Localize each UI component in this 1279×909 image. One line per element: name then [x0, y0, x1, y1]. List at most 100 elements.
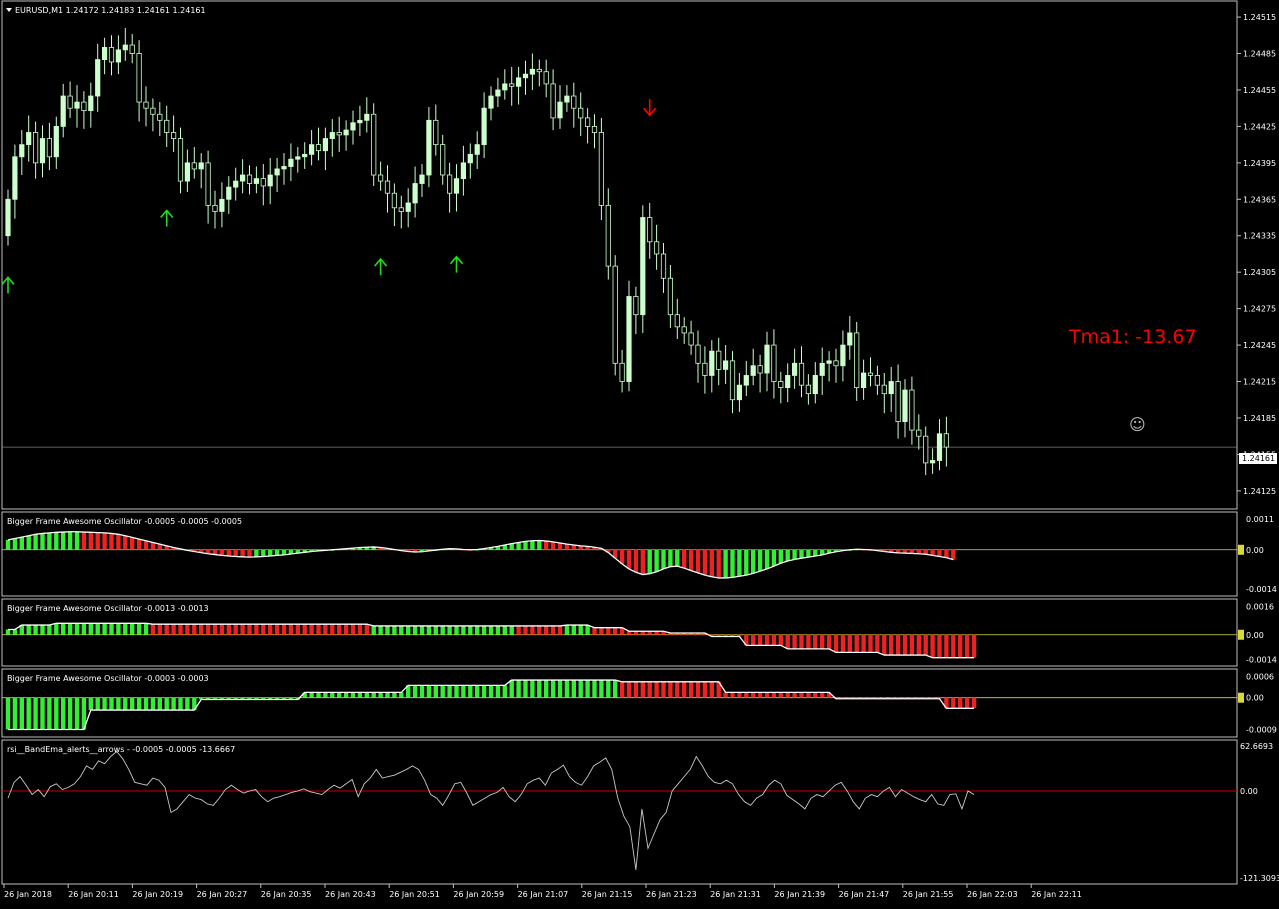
osc-bar — [771, 692, 777, 698]
osc-bar — [606, 627, 611, 635]
osc-bar — [771, 549, 777, 567]
osc-bar — [219, 624, 225, 635]
candle-body — [157, 113, 163, 121]
osc-bar — [447, 625, 452, 635]
chart-window[interactable]: 1.24515 1.24485 1.24455 1.24425 1.24395 1.243… — [0, 0, 1279, 905]
osc-bar — [537, 625, 542, 635]
osc-bar — [350, 692, 356, 698]
osc-bar — [682, 681, 687, 698]
candle-body — [446, 174, 453, 194]
candle-body — [585, 117, 591, 127]
candle-body — [357, 119, 363, 124]
candle-body — [867, 372, 874, 376]
osc-bar — [109, 533, 114, 550]
candle-body — [308, 144, 315, 155]
osc-bar — [247, 549, 252, 558]
candle-body — [253, 178, 259, 184]
candle-body — [688, 332, 694, 346]
osc-bar — [633, 549, 639, 573]
osc-bar — [882, 634, 887, 656]
osc-bar — [323, 624, 328, 635]
osc-bar — [268, 549, 273, 556]
osc-bar — [316, 692, 321, 698]
osc-bar — [771, 634, 777, 646]
osc-bar — [626, 681, 632, 698]
osc-axis-label: 0.0016 — [1246, 603, 1274, 612]
osc-bar — [661, 681, 666, 698]
osc-bar — [682, 549, 687, 569]
candle-body — [419, 174, 425, 184]
osc-bar — [619, 681, 625, 698]
price-axis-label: 1.24425 — [1243, 122, 1276, 131]
osc-bar — [19, 697, 24, 730]
candle-body — [433, 119, 439, 146]
osc-bar — [875, 634, 880, 653]
osc-bar — [488, 685, 494, 698]
price-axis-label: 1.24185 — [1243, 414, 1276, 423]
candle-body — [557, 101, 563, 119]
osc-bar — [647, 681, 652, 698]
osc-bar — [136, 539, 142, 550]
osc-bar — [516, 542, 521, 550]
osc-bar — [357, 692, 363, 698]
candle-body — [274, 168, 280, 176]
candle-body — [136, 53, 142, 103]
candle-body — [716, 350, 722, 370]
osc-bar — [806, 549, 811, 558]
osc-bar — [757, 549, 763, 572]
candle-body — [764, 344, 770, 374]
candle-body — [267, 174, 273, 187]
time-axis-label: 26 Jan 22:11 — [1031, 890, 1082, 899]
osc-bar — [61, 623, 66, 635]
osc-bar — [150, 542, 156, 550]
osc-bar — [578, 680, 583, 698]
osc-bar — [12, 629, 18, 635]
osc-axis-label: -0.0009 — [1246, 725, 1277, 734]
osc-bar — [185, 697, 190, 711]
osc-bar — [26, 535, 31, 550]
osc-bar — [81, 532, 87, 550]
osc-bar — [67, 531, 73, 550]
osc-bar — [971, 697, 977, 709]
candle-body — [626, 296, 632, 382]
candle-body — [522, 73, 529, 79]
osc-bar — [895, 634, 901, 656]
candle-body — [343, 129, 349, 136]
rsi-title: rsi__BandEma_alerts__arrows - -0.0005 -0… — [7, 745, 235, 754]
osc-bar — [847, 634, 852, 653]
osc-axis-label: 0.0006 — [1246, 673, 1274, 682]
osc-bar — [619, 549, 625, 564]
osc-bar — [337, 692, 342, 698]
osc-bar — [951, 634, 956, 658]
osc-bar — [675, 681, 680, 698]
symbol-dropdown[interactable]: EURUSD,M1 1.24172 1.24183 1.24161 1.2416… — [6, 6, 206, 15]
candle-body — [170, 132, 177, 139]
candle-body — [647, 217, 653, 243]
candle-body — [391, 192, 398, 209]
chart-canvas[interactable]: 1.24515 1.24485 1.24455 1.24425 1.24395 1.243… — [0, 0, 1279, 905]
price-axis-label: 1.24365 — [1243, 195, 1276, 204]
candle-body — [529, 68, 536, 75]
candle-body — [792, 362, 798, 376]
price-axis-label: 1.24335 — [1243, 232, 1276, 241]
candle-body — [246, 174, 253, 184]
candle-body — [771, 344, 777, 382]
candle-body — [619, 362, 625, 382]
price-axis-label: 1.24125 — [1243, 487, 1276, 496]
osc-bar — [233, 549, 238, 557]
osc-bar — [964, 634, 970, 658]
osc-axis-label: -0.0014 — [1246, 655, 1277, 664]
ao1-title: Bigger Frame Awesome Oscillator -0.0005 … — [7, 517, 242, 526]
candle-body — [219, 198, 225, 212]
osc-bar — [730, 692, 735, 698]
osc-bar — [716, 549, 721, 578]
candle-body — [757, 365, 763, 374]
candle-body — [67, 95, 73, 109]
osc-bar — [461, 625, 466, 635]
rsi-axis-label: 62.6693 — [1240, 742, 1273, 751]
osc-bar — [95, 697, 100, 711]
osc-bar — [813, 549, 818, 556]
candle-body — [412, 183, 418, 204]
osc-bar — [261, 549, 266, 557]
osc-bar — [426, 625, 432, 635]
